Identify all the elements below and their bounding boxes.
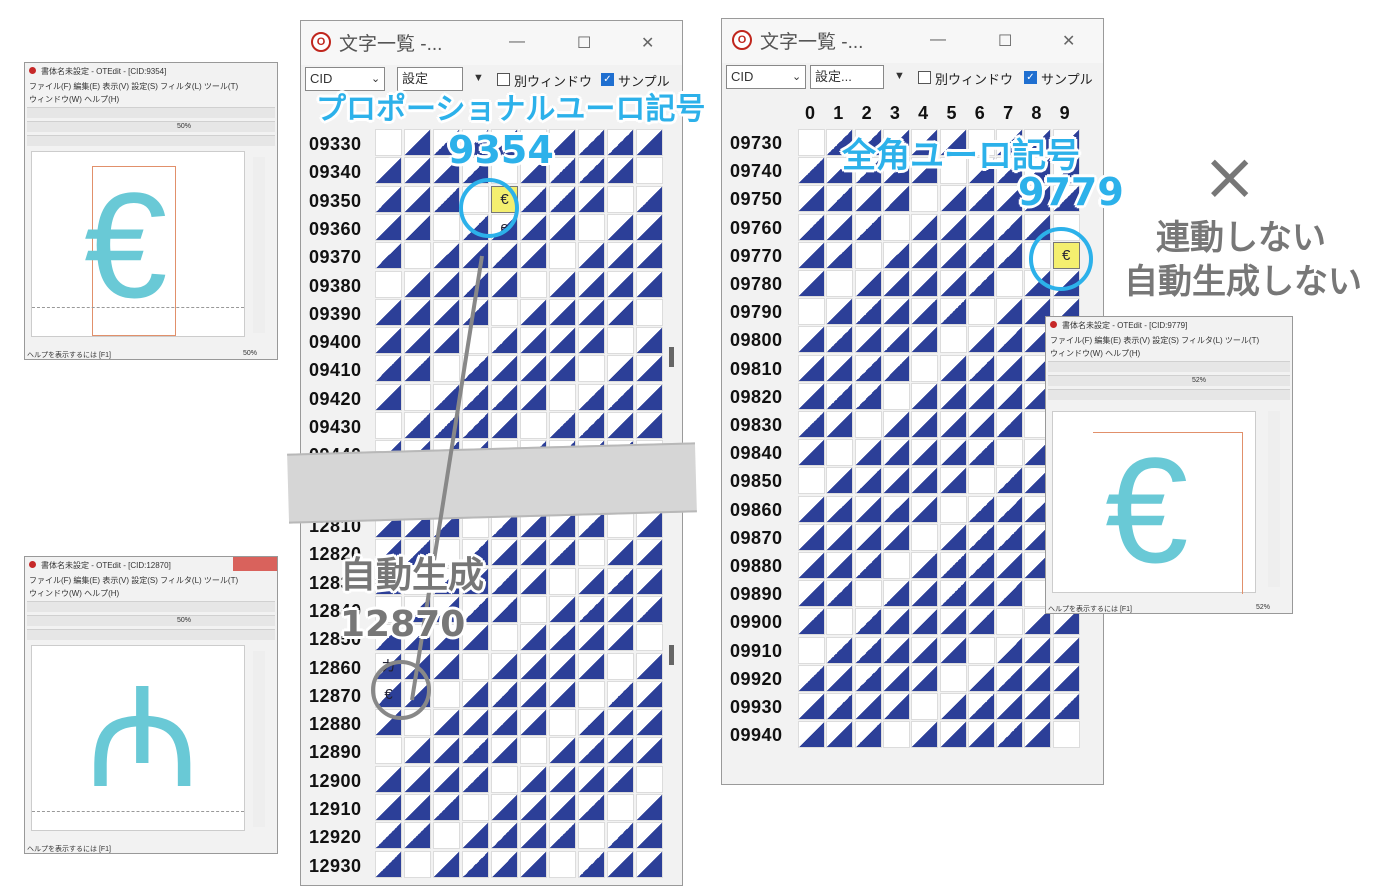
cross-icon: ×: [1202, 138, 1258, 215]
annotation-no-link: 連動しない: [1156, 218, 1326, 258]
annotation-overlay: [371, 178, 1093, 720]
composite-figure: 書体名未設定 - OTEdit - [CID:9354] ファイル(F) 編集(…: [0, 0, 1380, 886]
annotation-auto: 自動生成: [340, 555, 485, 596]
circle-proportional: [459, 178, 519, 238]
annotation-prop-cid: 9354: [448, 128, 554, 172]
annotation-proportional: プロポーショナルユーロ記号: [316, 92, 706, 127]
annotation-no-autogen: 自動生成しない: [1124, 262, 1362, 302]
annotation-auto-cid: 12870: [340, 604, 466, 645]
annotation-full-cid: 9779: [1018, 170, 1124, 214]
circle-auto: [371, 660, 431, 720]
circle-fullwidth: [1029, 227, 1093, 291]
